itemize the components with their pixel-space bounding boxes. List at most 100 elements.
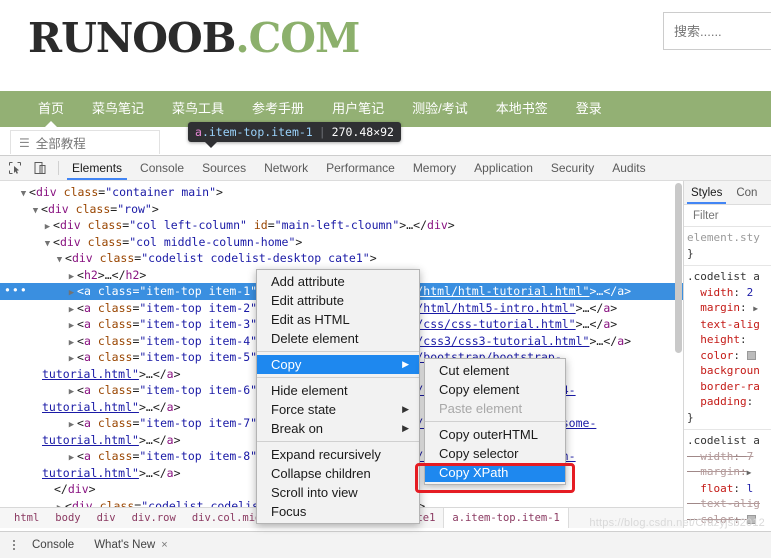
tab-audits[interactable]: Audits (603, 156, 654, 180)
submenu-item-copy-xpath[interactable]: Copy XPath (425, 463, 565, 482)
device-toolbar-icon[interactable] (31, 160, 48, 176)
context-menu[interactable]: Add attribute Edit attribute Edit as HTM… (256, 269, 420, 524)
css-decl[interactable]: width: 2 (687, 285, 771, 301)
tab-console[interactable]: Console (131, 156, 193, 180)
expand-arrow-icon[interactable]: ▶ (753, 301, 758, 317)
menu-separator (257, 351, 419, 352)
menu-item-scroll-into-view[interactable]: Scroll into view (257, 483, 419, 502)
tab-performance[interactable]: Performance (317, 156, 404, 180)
css-decl[interactable]: backgroun (687, 363, 771, 379)
css-rule-codelist-a-1[interactable]: .codelist a width: 2 margin: ▶ text-alig… (684, 266, 771, 430)
search-input[interactable] (664, 13, 771, 49)
css-prop: margin (700, 465, 740, 478)
styles-tab-computed[interactable]: Con (729, 181, 764, 204)
menu-item-collapse-children[interactable]: Collapse children (257, 464, 419, 483)
devtools-drawer: Console What's New × (0, 531, 771, 558)
css-decl[interactable]: text-alig (687, 496, 771, 512)
dom-row[interactable]: <div class="row"> (0, 201, 683, 218)
menu-item-expand-recursively[interactable]: Expand recursively (257, 445, 419, 464)
css-decl[interactable]: padding: (687, 394, 771, 410)
dom-row[interactable]: <div class="container main"> (0, 184, 683, 201)
dom-row[interactable]: <div class="col middle-column-home"> (0, 234, 683, 251)
css-decl[interactable]: margin: ▶ (687, 300, 771, 317)
submenu-item-copy-selector[interactable]: Copy selector (425, 444, 565, 463)
styles-filter-input[interactable] (691, 208, 771, 223)
css-decl[interactable]: font-siz (687, 527, 771, 528)
tab-elements[interactable]: Elements (63, 156, 131, 180)
css-decl[interactable]: margin:▶ (687, 464, 771, 481)
tab-memory[interactable]: Memory (404, 156, 465, 180)
styles-pane: Styles Con element.sty } .codelist a wid… (684, 181, 771, 528)
breadcrumb-item-div-row[interactable]: div.row (124, 512, 184, 524)
css-decl[interactable]: text-alig (687, 317, 771, 333)
css-decl[interactable]: height: (687, 332, 771, 348)
logo-dot: . (235, 14, 249, 62)
menu-item-add-attribute[interactable]: Add attribute (257, 272, 419, 291)
tab-security[interactable]: Security (542, 156, 603, 180)
nav-item-login[interactable]: 登录 (562, 91, 616, 127)
css-prop: color (700, 512, 734, 526)
copy-submenu[interactable]: Cut element Copy element Paste element C… (424, 358, 566, 485)
color-swatch[interactable] (746, 514, 756, 524)
menu-item-edit-attribute[interactable]: Edit attribute (257, 291, 419, 310)
css-prop: width (700, 285, 734, 299)
submenu-item-copy-outerhtml[interactable]: Copy outerHTML (425, 425, 565, 444)
css-prop: margin (700, 301, 740, 314)
css-decl[interactable]: color: (687, 512, 771, 528)
css-selector: .codelist a (687, 270, 760, 283)
menu-item-break-on[interactable]: Break on ▶ (257, 419, 419, 438)
devtools-toolbar: Elements Console Sources Network Perform… (0, 156, 771, 181)
menu-item-focus[interactable]: Focus (257, 502, 419, 521)
css-rule-element-style[interactable]: element.sty } (684, 227, 771, 266)
dom-row[interactable]: <div class="col left-column" id="main-le… (0, 217, 683, 234)
nav-item-notes[interactable]: 菜鸟笔记 (78, 91, 158, 127)
styles-tab-styles[interactable]: Styles (684, 181, 729, 204)
css-rule-codelist-a-2[interactable]: .codelist a width: 7 margin:▶ float: l t… (684, 430, 771, 528)
all-courses-label: 全部教程 (35, 137, 86, 151)
site-logo[interactable]: RUNOOB.COM (28, 14, 361, 62)
submenu-item-cut-element[interactable]: Cut element (425, 361, 565, 380)
logo-main: RUNOOB (28, 14, 236, 62)
tab-network[interactable]: Network (255, 156, 317, 180)
menu-item-delete-element[interactable]: Delete element (257, 329, 419, 348)
css-decl[interactable]: float: l (687, 481, 771, 497)
search-box[interactable] (663, 12, 771, 50)
css-decl[interactable]: width: 7 (687, 449, 771, 465)
css-decl[interactable]: color: (687, 348, 771, 364)
badge-dimensions: 270.48×92 (331, 125, 394, 139)
css-decl[interactable]: border-ra (687, 379, 771, 395)
close-icon[interactable]: × (161, 539, 167, 551)
menu-item-copy[interactable]: Copy ▶ (257, 355, 419, 374)
submenu-item-copy-element[interactable]: Copy element (425, 380, 565, 399)
tab-sources[interactable]: Sources (193, 156, 255, 180)
tab-application[interactable]: Application (465, 156, 542, 180)
css-value: l (746, 481, 754, 495)
breadcrumb-item-html[interactable]: html (6, 512, 47, 524)
breadcrumb-item-div[interactable]: div (89, 512, 124, 524)
menu-item-force-state[interactable]: Force state ▶ (257, 400, 419, 419)
hamburger-icon: ☰ (19, 135, 30, 150)
nav-item-home[interactable]: 首页 (24, 91, 78, 127)
css-selector: element.sty (687, 231, 760, 244)
css-prop: text-alig (700, 497, 760, 510)
drawer-tab-whats-new[interactable]: What's New × (84, 539, 177, 551)
toolbar-divider (58, 161, 59, 175)
css-value: 2 (746, 285, 754, 299)
color-swatch[interactable] (746, 350, 756, 360)
breadcrumb-item-anchor[interactable]: a.item-top.item-1 (443, 508, 569, 528)
menu-item-edit-as-html[interactable]: Edit as HTML (257, 310, 419, 329)
menu-item-hide-element[interactable]: Hide element (257, 381, 419, 400)
menu-item-force-state-label: Force state (271, 402, 337, 417)
dom-row[interactable]: <div class="codelist codelist-desktop ca… (0, 250, 683, 267)
all-courses-button[interactable]: ☰ 全部教程 (10, 130, 160, 154)
dom-scrollbar[interactable] (675, 183, 682, 353)
nav-item-bookmarks[interactable]: 本地书签 (482, 91, 562, 127)
drawer-tab-console[interactable]: Console (22, 539, 84, 551)
nav-item-quiz[interactable]: 测验/考试 (398, 91, 482, 127)
more-options-icon[interactable] (6, 540, 22, 550)
expand-arrow-icon[interactable]: ▶ (747, 465, 752, 481)
inspect-element-icon[interactable] (6, 160, 23, 176)
logo-com: COM (248, 14, 361, 62)
styles-filter-row[interactable] (684, 205, 771, 227)
breadcrumb-item-body[interactable]: body (47, 512, 88, 524)
